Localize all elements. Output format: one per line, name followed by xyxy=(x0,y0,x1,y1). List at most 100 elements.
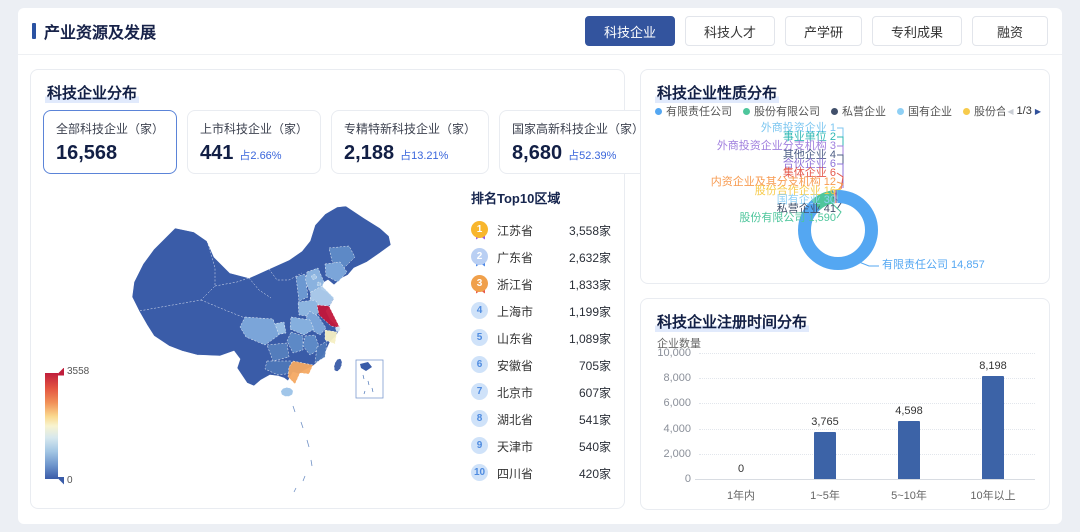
rank-medal-icon: 1 xyxy=(471,221,489,241)
title-accent-bar xyxy=(32,23,36,39)
region-name: 广东省 xyxy=(497,249,533,266)
stat-value: 2,188 xyxy=(344,142,394,165)
stat-card[interactable]: 专精特新科技企业（家）2,188占13.21% xyxy=(331,110,489,174)
region-name: 上海市 xyxy=(497,303,533,320)
region-value: 2,632家 xyxy=(569,249,611,266)
stat-value-row: 2,188占13.21% xyxy=(344,142,476,165)
header: 产业资源及发展 科技企业科技人才产学研专利成果融资 xyxy=(18,8,1062,55)
stat-value: 16,568 xyxy=(56,142,117,165)
tab-科技企业[interactable]: 科技企业 xyxy=(585,16,675,46)
region-name: 四川省 xyxy=(497,465,533,482)
bar-value-label: 8,198 xyxy=(963,360,1023,372)
stat-value-row: 8,680占52.39% xyxy=(512,142,644,165)
stat-label: 全部科技企业（家） xyxy=(56,120,164,137)
nature-donut-chart[interactable]: 外商投资企业 1事业单位 2外商投资企业分支机构 3其他企业 4合伙企业 6集体… xyxy=(641,70,1051,285)
bar-chart-y-tick: 2,000 xyxy=(647,448,691,460)
page-title: 产业资源及发展 xyxy=(44,19,156,43)
rank-medal-icon: 7 xyxy=(471,383,489,403)
stat-label: 上市科技企业（家） xyxy=(200,120,308,137)
bar-1~5年[interactable] xyxy=(814,432,836,479)
main-card: 产业资源及发展 科技企业科技人才产学研专利成果融资 科技企业分布 全部科技企业（… xyxy=(18,8,1062,524)
rank-medal-icon: 10 xyxy=(471,464,489,484)
top10-row: 1江苏省3,558家 xyxy=(471,217,611,244)
region-name: 北京市 xyxy=(497,384,533,401)
donut-svg[interactable] xyxy=(641,70,1051,285)
tab-融资[interactable]: 融资 xyxy=(972,16,1048,46)
rank-medal-icon: 6 xyxy=(471,356,489,376)
bar-5~10年[interactable] xyxy=(898,421,920,479)
top10-row: 8 湖北省 541家 xyxy=(471,406,611,433)
stat-card-row: 全部科技企业（家） 16,568 上市科技企业（家） 441 占2.66% 专精特新科技企… xyxy=(43,110,612,174)
rank-medal-icon: 5 xyxy=(471,329,489,349)
panel-distribution: 科技企业分布 全部科技企业（家） 16,568 上市科技企业（家） 441 占2.66%… xyxy=(30,69,625,509)
region-name: 天津市 xyxy=(497,438,533,455)
tab-专利成果[interactable]: 专利成果 xyxy=(872,16,962,46)
donut-leader-line xyxy=(837,173,843,189)
region-name: 湖北省 xyxy=(497,411,533,428)
top10-row: 3浙江省1,833家 xyxy=(471,271,611,298)
rank-number: 5 xyxy=(471,329,488,346)
stat-value: 441 xyxy=(200,142,233,165)
region-value: 540家 xyxy=(579,438,611,455)
bar-chart-grid-line xyxy=(699,353,1035,354)
bar-chart-y-tick: 10,000 xyxy=(647,347,691,359)
bar-chart-y-tick: 8,000 xyxy=(647,372,691,384)
dashboard-page: 产业资源及发展 科技企业科技人才产学研专利成果融资 科技企业分布 全部科技企业（… xyxy=(0,0,1080,532)
bar-value-label: 0 xyxy=(711,463,771,475)
map-country-outline xyxy=(132,206,391,386)
region-value: 541家 xyxy=(579,411,611,428)
region-value: 607家 xyxy=(579,384,611,401)
legend-min-marker-icon xyxy=(56,477,64,485)
page-title-wrap: 产业资源及发展 xyxy=(32,19,156,43)
stat-value-row: 441 占2.66% xyxy=(200,142,308,165)
bar-category-label: 5~10年 xyxy=(869,487,949,503)
bar-chart-x-axis xyxy=(695,479,1035,480)
bar-10年以上[interactable] xyxy=(982,376,1004,479)
map-color-legend: 3558 0 xyxy=(45,366,135,488)
top10-ranking: 排名Top10区域 1江苏省3,558家2广东省2,632家3浙江省1,833家… xyxy=(471,188,611,487)
map-legend-max-row: 3558 xyxy=(56,366,89,377)
region-value: 3,558家 xyxy=(569,222,611,239)
content-area: 科技企业分布 全部科技企业（家） 16,568 上市科技企业（家） 441 占2.66%… xyxy=(18,55,1062,523)
top10-row: 7 北京市 607家 xyxy=(471,379,611,406)
top10-title: 排名Top10区域 xyxy=(471,188,611,207)
rank-number: 1 xyxy=(471,221,488,238)
top10-row: 4上海市1,199家 xyxy=(471,298,611,325)
stat-card[interactable]: 国家高新科技企业（家）8,680占52.39% xyxy=(499,110,657,174)
reg-time-bar-chart[interactable]: 02,0004,0006,0008,00010,00001年内3,7651~5年… xyxy=(641,299,1051,511)
bar-value-label: 4,598 xyxy=(879,405,939,417)
region-name: 山东省 xyxy=(497,330,533,347)
panel-distribution-title: 科技企业分布 xyxy=(45,82,139,103)
donut-label: 股份有限公司 1,590 xyxy=(739,213,836,224)
region-value: 1,089家 xyxy=(569,330,611,347)
map-sea-inset xyxy=(356,360,383,398)
rank-medal-icon: 2 xyxy=(471,248,489,268)
map-gradient-bar xyxy=(45,373,58,479)
map-region-taiwan xyxy=(333,358,344,373)
tab-科技人才[interactable]: 科技人才 xyxy=(685,16,775,46)
rank-medal-icon: 8 xyxy=(471,410,489,430)
rank-number: 9 xyxy=(471,437,488,454)
stat-value-row: 16,568 xyxy=(56,142,164,165)
tab-产学研[interactable]: 产学研 xyxy=(785,16,862,46)
panel-nature: 科技企业性质分布 有限责任公司股份有限公司私营企业国有企业股份合作企业内 ◀ 1… xyxy=(640,69,1050,284)
rank-number: 10 xyxy=(471,464,488,481)
china-map[interactable] xyxy=(97,178,457,508)
map-region-hainan xyxy=(281,388,293,397)
top10-row: 2 广东省 2,632家 xyxy=(471,244,611,271)
map-legend-min: 0 xyxy=(67,475,73,486)
top10-row: 9 天津市 540家 xyxy=(471,433,611,460)
stat-card[interactable]: 全部科技企业（家） 16,568 xyxy=(43,110,177,174)
rank-number: 7 xyxy=(471,383,488,400)
bar-chart-y-tick: 6,000 xyxy=(647,397,691,409)
stat-card[interactable]: 上市科技企业（家） 441 占2.66% xyxy=(187,110,321,174)
top10-list: 1江苏省3,558家2广东省2,632家3浙江省1,833家4上海市1,199家… xyxy=(471,217,611,487)
region-value: 705家 xyxy=(579,357,611,374)
top10-row: 5 山东省 1,089家 xyxy=(471,325,611,352)
bar-category-label: 10年以上 xyxy=(953,487,1033,503)
stat-share: 占2.66% xyxy=(239,147,281,163)
bar-category-label: 1~5年 xyxy=(785,487,865,503)
rank-number: 3 xyxy=(471,275,488,292)
china-map-svg[interactable] xyxy=(97,178,457,508)
region-name: 浙江省 xyxy=(497,276,533,293)
